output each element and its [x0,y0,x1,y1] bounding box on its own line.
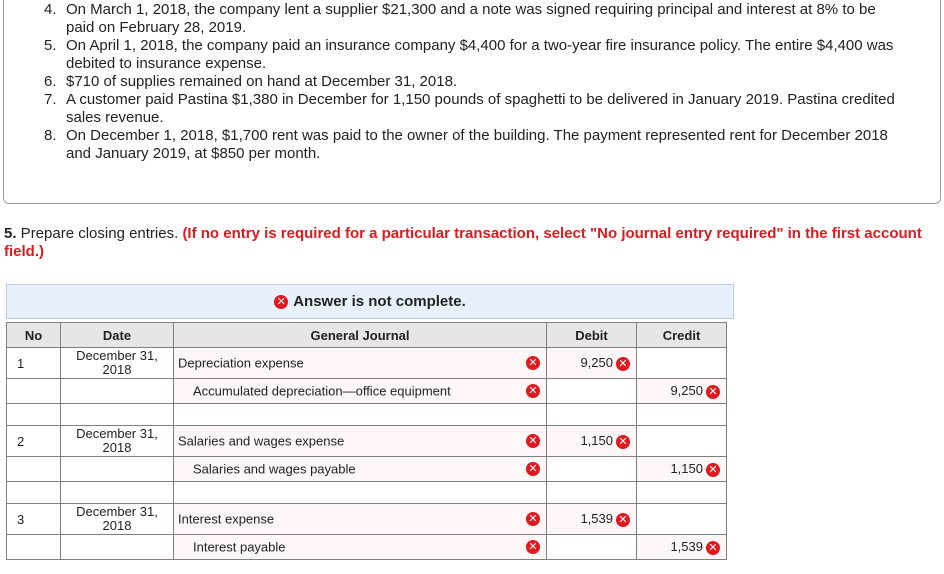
debit-amount-input[interactable] [546,534,637,560]
requirement-number: 5. [4,225,17,242]
table-row: Interest payable ✕ 1,539 ✕ [6,534,727,560]
debit-amount-input[interactable] [546,481,637,504]
credit-amount-input[interactable]: 1,150 ✕ [636,456,727,482]
entry-number-empty [6,378,61,404]
credit-amount-value: 1,150 [670,461,703,477]
debit-account-label: Salaries and wages expense [178,433,345,449]
requirement-text: 5. Prepare closing entries. (If no entry… [4,225,940,261]
header-credit: Credit [636,322,727,348]
x-circle-icon: ✕ [526,434,540,448]
header-no: No [6,322,61,348]
instruction-number: 4. [44,1,57,18]
empty-cell [6,481,61,504]
entry-date-dropdown[interactable]: December 31, 2018 [60,425,174,457]
credit-amount-input[interactable]: 9,250 ✕ [636,378,727,404]
debit-account-dropdown[interactable]: Interest expense ✕ [173,503,547,535]
entry-number: 3 [6,503,61,535]
table-row: 3 December 31, 2018 Interest expense ✕ 1,… [6,503,727,535]
x-circle-icon: ✕ [526,462,540,476]
entry-date-empty [60,378,174,404]
x-circle-icon: ✕ [616,512,630,527]
x-circle-icon: ✕ [274,294,289,309]
instruction-number: 5. [44,37,57,54]
instruction-number: 7. [44,91,57,108]
table-header-row: No Date General Journal Debit Credit [6,322,727,348]
x-circle-icon: ✕ [526,512,540,526]
debit-account-label: Depreciation expense [178,355,304,371]
table-row [6,403,727,426]
credit-account-dropdown[interactable]: Salaries and wages payable ✕ [173,456,547,482]
instruction-text: On December 1, 2018, $1,700 rent was pai… [66,127,888,162]
debit-amount-input[interactable] [546,456,637,482]
instruction-text: A customer paid Pastina $1,380 in Decemb… [66,91,895,126]
credit-amount-value: 1,539 [670,539,703,555]
credit-amount-input[interactable]: 1,539 ✕ [636,534,727,560]
instruction-text: On April 1, 2018, the company paid an in… [66,37,894,72]
header-debit: Debit [546,322,637,348]
credit-amount-value: 9,250 [670,383,703,399]
table-row: 1 December 31, 2018 Depreciation expense … [6,347,727,379]
credit-amount-input[interactable] [636,503,727,535]
entry-date-dropdown[interactable]: December 31, 2018 [60,503,174,535]
credit-account-label: Interest payable [193,539,286,555]
empty-cell [60,403,174,426]
credit-amount-input[interactable] [636,403,727,426]
debit-account-label: Interest expense [178,511,275,527]
debit-amount-value: 9,250 [580,355,613,371]
instruction-text: $710 of supplies remained on hand at Dec… [66,73,458,90]
credit-amount-input[interactable] [636,481,727,504]
x-circle-icon: ✕ [706,384,720,399]
requirement-label: Prepare closing entries. [16,225,183,242]
entry-date-empty [60,534,174,560]
table-row [6,481,727,504]
x-circle-icon: ✕ [526,384,540,398]
instruction-text: On March 1, 2018, the company lent a sup… [66,1,876,36]
answer-status-text: Answer is not complete. [293,293,466,310]
debit-amount-input[interactable]: 9,250 ✕ [546,347,637,379]
credit-amount-input[interactable] [636,347,727,379]
debit-amount-input[interactable] [546,378,637,404]
credit-amount-input[interactable] [636,425,727,457]
x-circle-icon: ✕ [616,434,630,449]
x-circle-icon: ✕ [526,540,540,554]
entry-number: 1 [6,347,61,379]
table-row: Accumulated depreciation—office equipmen… [6,378,727,404]
x-circle-icon: ✕ [706,540,720,555]
debit-amount-value: 1,150 [580,433,613,449]
credit-account-dropdown[interactable]: Interest payable ✕ [173,534,547,560]
credit-account-label: Salaries and wages payable [193,461,356,477]
instruction-number: 8. [44,127,57,144]
table-row: Salaries and wages payable ✕ 1,150 ✕ [6,456,727,482]
x-circle-icon: ✕ [526,356,540,370]
entry-date-empty [60,456,174,482]
table-row: 2 December 31, 2018 Salaries and wages ex… [6,425,727,457]
header-general-journal: General Journal [173,322,547,348]
debit-account-dropdown[interactable]: Depreciation expense ✕ [173,347,547,379]
header-date: Date [60,322,174,348]
account-dropdown-empty[interactable] [173,481,547,504]
account-dropdown-empty[interactable] [173,403,547,426]
credit-account-label: Accumulated depreciation—office equipmen… [193,383,451,399]
entry-number-empty [6,534,61,560]
empty-cell [60,481,174,504]
debit-amount-value: 1,539 [580,511,613,527]
entry-date-dropdown[interactable]: December 31, 2018 [60,347,174,379]
journal-table: No Date General Journal Debit Credit 1 D… [6,322,727,560]
debit-amount-input[interactable]: 1,150 ✕ [546,425,637,457]
x-circle-icon: ✕ [616,356,630,371]
debit-amount-input[interactable] [546,403,637,426]
entry-number: 2 [6,425,61,457]
debit-account-dropdown[interactable]: Salaries and wages expense ✕ [173,425,547,457]
instruction-number: 6. [44,73,57,90]
x-circle-icon: ✕ [706,462,720,477]
empty-cell [6,403,61,426]
entry-number-empty [6,456,61,482]
credit-account-dropdown[interactable]: Accumulated depreciation—office equipmen… [173,378,547,404]
answer-status-banner: ✕ Answer is not complete. [6,284,734,319]
debit-amount-input[interactable]: 1,539 ✕ [546,503,637,535]
